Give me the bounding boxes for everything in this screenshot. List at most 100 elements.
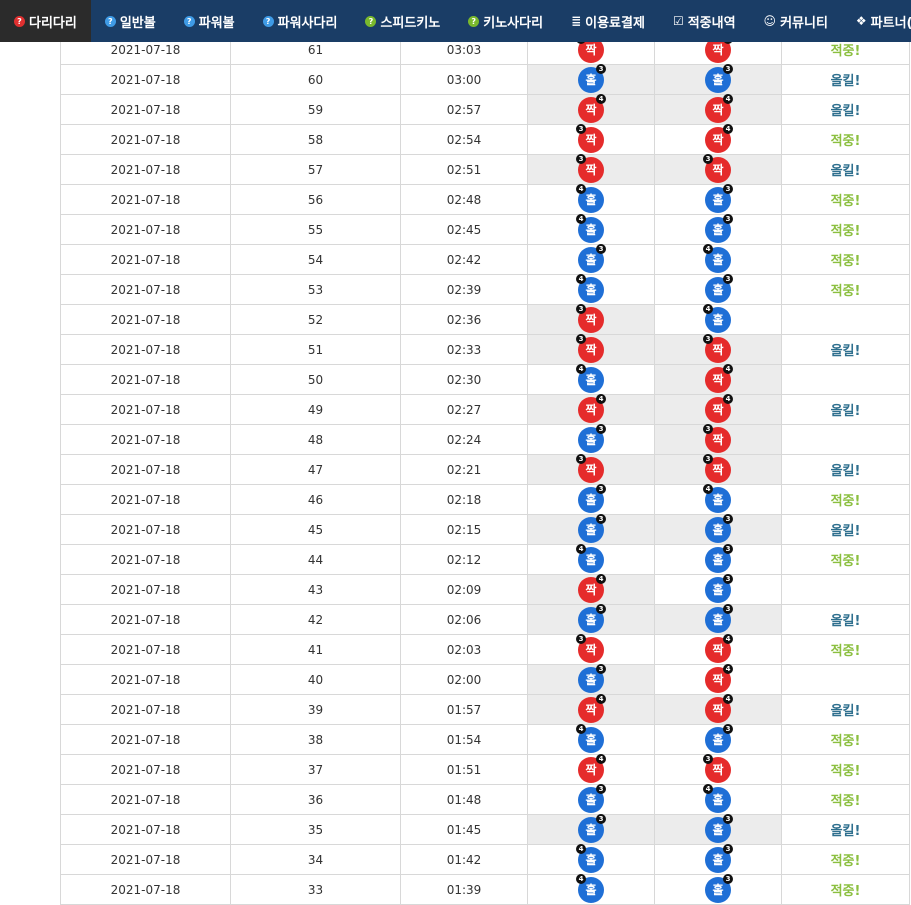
odd-ball: 홀3: [578, 483, 606, 513]
ball-badge: 3: [723, 843, 733, 854]
odd-ball: 홀3: [705, 63, 733, 93]
ball-badge: 4: [596, 693, 606, 704]
ball-badge: 3: [723, 873, 733, 884]
ball-label: 짝: [585, 312, 597, 327]
results-table-body: 2021-07-186103:03짝3짝4적중!2021-07-186003:0…: [60, 33, 910, 905]
odd-ball: 홀4: [576, 273, 604, 303]
odd-ball: 홀3: [705, 603, 733, 633]
table-row: 2021-07-18 48 02:24 홀 3 짝 3: [60, 423, 910, 455]
pick2-cell: 홀4: [654, 483, 782, 515]
table-row: 2021-07-18 36 01:48 홀 3 홀 4 적중!: [60, 783, 910, 815]
ball-badge: 3: [723, 543, 733, 554]
even-ball: 짝4: [578, 573, 606, 603]
pick2-cell: 짝4: [654, 393, 782, 425]
ball-label: 홀: [585, 882, 597, 897]
time-cell: 02:21: [400, 454, 528, 485]
date-cell: 2021-07-18: [60, 214, 231, 245]
nav-item-4[interactable]: ? 스피드키노: [351, 0, 454, 42]
pick1-cell: 짝3: [527, 333, 655, 365]
nav-item-6[interactable]: ≣ 이용료결제: [557, 0, 659, 42]
even-ball: 짝4: [705, 663, 733, 693]
odd-ball: 홀4: [703, 783, 731, 813]
round-cell: 53: [230, 274, 401, 305]
table-row: 2021-07-18 42 02:06 홀 3 홀 3 올킬!: [60, 603, 910, 635]
date-cell: 2021-07-18: [60, 724, 231, 755]
nav-item-7[interactable]: ☑ 적중내역: [659, 0, 750, 42]
round-cell: 54: [230, 244, 401, 275]
pick2-cell: 짝3: [654, 423, 782, 455]
ball-label: 홀: [585, 372, 597, 387]
question-green-icon: ?: [468, 15, 480, 27]
table-row: 2021-07-18 55 02:45 홀 4 홀 3 적중!: [60, 213, 910, 245]
ball-label: 짝: [712, 462, 724, 477]
odd-ball: 홀3: [705, 213, 733, 243]
nav-item-0[interactable]: ? 다리다리: [0, 0, 91, 42]
ball-badge: 3: [596, 783, 606, 794]
nav-item-9[interactable]: ❖파트너(V: [842, 0, 911, 42]
odd-ball: 홀3: [705, 843, 733, 873]
table-row: 2021-07-18 33 01:39 홀 4 홀 3 적중!: [60, 873, 910, 905]
pick1-cell: 홀3: [527, 513, 655, 545]
date-cell: 2021-07-18: [60, 634, 231, 665]
ball-badge: 3: [596, 813, 606, 824]
pick2-cell: 짝3: [654, 333, 782, 365]
smile-icon: ☺: [763, 14, 777, 28]
pick1-cell: 짝3: [527, 453, 655, 485]
even-ball: 짝4: [705, 363, 733, 393]
nav-item-2[interactable]: ? 파워볼: [170, 0, 249, 42]
ball-badge: 3: [723, 603, 733, 614]
odd-ball: 홀3: [578, 663, 606, 693]
nav-item-1[interactable]: ? 일반볼: [91, 0, 170, 42]
date-cell: 2021-07-18: [60, 274, 231, 305]
nav-item-5[interactable]: ? 키노사다리: [454, 0, 557, 42]
date-cell: 2021-07-18: [60, 844, 231, 875]
pick1-cell: 홀3: [527, 813, 655, 845]
round-cell: 51: [230, 334, 401, 365]
date-cell: 2021-07-18: [60, 184, 231, 215]
pick2-cell: 홀3: [654, 543, 782, 575]
pick2-cell: 홀3: [654, 273, 782, 305]
pick2-cell: 홀3: [654, 603, 782, 635]
time-cell: 01:48: [400, 784, 528, 815]
ball-label: 짝: [712, 642, 724, 657]
odd-ball: 홀4: [576, 183, 604, 213]
ball-badge: 4: [596, 93, 606, 104]
ball-badge: 3: [596, 603, 606, 614]
pick1-cell: 짝3: [527, 303, 655, 335]
time-cell: 02:00: [400, 664, 528, 695]
result-cell: 올킬!: [781, 514, 910, 545]
round-cell: 39: [230, 694, 401, 725]
ball-label: 짝: [585, 42, 597, 57]
result-cell: 올킬!: [781, 334, 910, 365]
even-ball: 짝4: [705, 93, 733, 123]
nav-item-8[interactable]: ☺ 커뮤니티: [750, 0, 842, 42]
date-cell: 2021-07-18: [60, 454, 231, 485]
table-row: 2021-07-18 50 02:30 홀 4 짝 4: [60, 363, 910, 395]
even-ball: 짝4: [578, 93, 606, 123]
round-cell: 52: [230, 304, 401, 335]
ball-label: 짝: [585, 162, 597, 177]
ball-badge: 3: [723, 213, 733, 224]
nav-item-3[interactable]: ? 파워사다리: [249, 0, 352, 42]
ball-badge: 3: [723, 513, 733, 524]
pick2-cell: 홀3: [654, 513, 782, 545]
date-cell: 2021-07-18: [60, 574, 231, 605]
date-cell: 2021-07-18: [60, 784, 231, 815]
pick2-cell: 홀3: [654, 183, 782, 215]
pick2-cell: 짝3: [654, 153, 782, 185]
ball-badge: 4: [703, 783, 713, 794]
date-cell: 2021-07-18: [60, 664, 231, 695]
odd-ball: 홀3: [705, 813, 733, 843]
pick2-cell: 짝3: [654, 753, 782, 785]
question-green-icon: ?: [365, 15, 377, 27]
ball-label: 홀: [585, 792, 597, 807]
date-cell: 2021-07-18: [60, 94, 231, 125]
nav-item-label: 스피드키노: [380, 15, 441, 31]
ball-label: 홀: [585, 732, 597, 747]
ball-badge: 3: [703, 753, 713, 764]
date-cell: 2021-07-18: [60, 874, 231, 905]
ball-label: 짝: [585, 402, 597, 417]
odd-ball: 홀3: [578, 243, 606, 273]
result-cell: [781, 424, 910, 455]
ball-label: 짝: [585, 132, 597, 147]
